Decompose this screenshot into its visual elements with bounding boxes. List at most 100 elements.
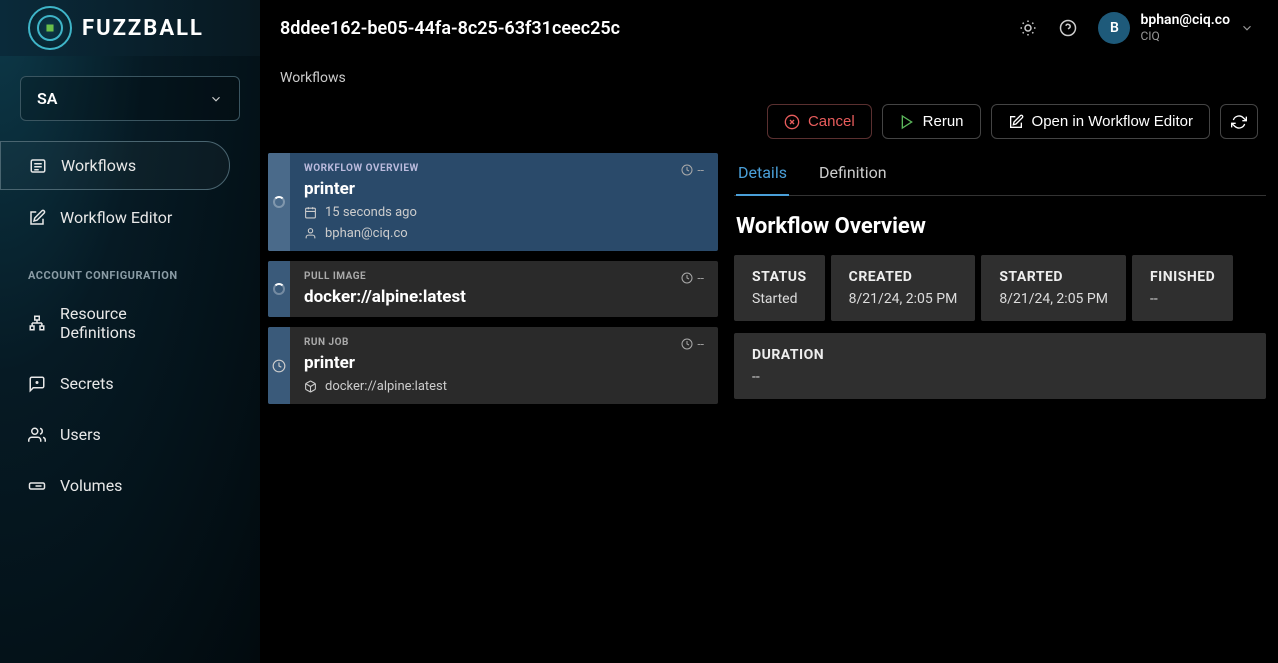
sidebar-item-label: Secrets xyxy=(60,374,114,393)
page-title: 8ddee162-be05-44fa-8c25-63f31ceec25c xyxy=(260,18,1018,39)
sun-icon xyxy=(1019,19,1037,37)
message-lock-icon xyxy=(28,375,46,393)
card-meta-time: 15 seconds ago xyxy=(304,205,704,220)
main-content: Workflows Cancel Rerun Open in Workflow … xyxy=(260,0,1278,663)
user-info: bphan@ciq.co CIQ xyxy=(1140,12,1230,43)
play-icon xyxy=(899,114,915,130)
logo-icon xyxy=(28,6,72,50)
theme-toggle[interactable] xyxy=(1018,18,1038,38)
clock-icon xyxy=(681,272,693,284)
card-title: printer xyxy=(304,179,704,199)
clock-icon xyxy=(681,164,693,176)
sidebar-item-workflow-editor[interactable]: Workflow Editor xyxy=(0,194,230,241)
stat-value: -- xyxy=(1150,291,1215,307)
workflow-steps-list: WORKFLOW OVERVIEW -- printer 15 seconds … xyxy=(268,153,718,663)
card-title: docker://alpine:latest xyxy=(304,287,704,307)
button-label: Rerun xyxy=(923,113,964,130)
sidebar-item-secrets[interactable]: Secrets xyxy=(0,360,230,407)
sidebar-item-volumes[interactable]: Volumes xyxy=(0,462,230,509)
details-panel: Details Definition Workflow Overview STA… xyxy=(734,153,1266,663)
stat-status: STATUS Started xyxy=(734,255,825,321)
refresh-icon xyxy=(1231,114,1247,130)
tab-definition[interactable]: Definition xyxy=(817,153,889,196)
workflow-card-run-job[interactable]: RUN JOB -- printer docker://alpine:lates… xyxy=(268,327,718,404)
card-meta-user: bphan@ciq.co xyxy=(304,226,704,241)
open-editor-button[interactable]: Open in Workflow Editor xyxy=(991,104,1210,139)
cube-icon xyxy=(304,380,317,393)
spinner-icon xyxy=(273,196,285,208)
sidebar-item-label: Workflow Editor xyxy=(60,208,172,227)
pencil-icon xyxy=(28,209,46,227)
stat-label: FINISHED xyxy=(1150,269,1215,285)
rerun-button[interactable]: Rerun xyxy=(882,104,981,139)
nav-section-header: ACCOUNT CONFIGURATION xyxy=(0,245,260,290)
card-duration: -- xyxy=(681,163,704,177)
card-type-label: PULL IMAGE xyxy=(304,271,366,282)
stat-value: 8/21/24, 2:05 PM xyxy=(999,291,1108,307)
org-label: SA xyxy=(37,89,57,108)
status-indicator xyxy=(268,153,290,251)
x-circle-icon xyxy=(784,114,800,130)
card-meta-image: docker://alpine:latest xyxy=(304,379,704,394)
sidebar-item-resource-definitions[interactable]: Resource Definitions xyxy=(0,290,230,356)
drive-icon xyxy=(28,477,46,495)
help-icon xyxy=(1059,19,1077,37)
sidebar-item-label: Resource Definitions xyxy=(60,304,202,342)
card-type-label: RUN JOB xyxy=(304,337,349,348)
workflow-card-overview[interactable]: WORKFLOW OVERVIEW -- printer 15 seconds … xyxy=(268,153,718,251)
stats-grid: STATUS Started CREATED 8/21/24, 2:05 PM … xyxy=(734,255,1266,399)
sidebar-item-workflows[interactable]: Workflows xyxy=(0,141,230,190)
breadcrumb[interactable]: Workflows xyxy=(260,56,1278,94)
chevron-down-icon xyxy=(1240,21,1254,35)
stat-label: STARTED xyxy=(999,269,1108,285)
card-type-label: WORKFLOW OVERVIEW xyxy=(304,163,419,174)
list-icon xyxy=(29,157,47,175)
clock-icon xyxy=(681,338,693,350)
status-indicator xyxy=(268,327,290,404)
button-label: Open in Workflow Editor xyxy=(1032,113,1193,130)
help-button[interactable] xyxy=(1058,18,1078,38)
stat-started: STARTED 8/21/24, 2:05 PM xyxy=(981,255,1126,321)
calendar-icon xyxy=(304,206,317,219)
stat-label: CREATED xyxy=(849,269,958,285)
spinner-icon xyxy=(273,283,285,295)
sidebar: SA Workflows Workflow Editor ACCOUNT CON… xyxy=(0,0,260,663)
app-header: FUZZBALL 8ddee162-be05-44fa-8c25-63f31ce… xyxy=(0,0,1278,56)
tabs: Details Definition xyxy=(734,153,1266,196)
logo-area: FUZZBALL xyxy=(0,6,260,50)
cancel-button[interactable]: Cancel xyxy=(767,104,872,139)
sidebar-item-label: Users xyxy=(60,425,101,444)
sitemap-icon xyxy=(28,314,46,332)
org-selector[interactable]: SA xyxy=(20,76,240,121)
stat-label: DURATION xyxy=(752,347,1248,363)
user-org: CIQ xyxy=(1140,29,1230,43)
avatar: B xyxy=(1098,12,1130,44)
card-duration: -- xyxy=(681,337,704,351)
card-duration: -- xyxy=(681,271,704,285)
button-label: Cancel xyxy=(808,113,855,130)
status-indicator xyxy=(268,261,290,317)
clock-icon xyxy=(272,359,286,373)
workflow-card-pull-image[interactable]: PULL IMAGE -- docker://alpine:latest xyxy=(268,261,718,317)
stat-value: -- xyxy=(752,369,1248,385)
user-menu[interactable]: B bphan@ciq.co CIQ xyxy=(1098,12,1254,44)
card-title: printer xyxy=(304,353,704,373)
stat-value: 8/21/24, 2:05 PM xyxy=(849,291,958,307)
action-bar: Cancel Rerun Open in Workflow Editor xyxy=(260,94,1278,153)
stat-label: STATUS xyxy=(752,269,807,285)
stat-finished: FINISHED -- xyxy=(1132,255,1233,321)
sidebar-item-label: Volumes xyxy=(60,476,122,495)
stat-created: CREATED 8/21/24, 2:05 PM xyxy=(831,255,976,321)
header-actions: B bphan@ciq.co CIQ xyxy=(1018,12,1278,44)
panel-title: Workflow Overview xyxy=(736,214,1264,239)
user-icon xyxy=(304,227,317,240)
user-email: bphan@ciq.co xyxy=(1140,12,1230,29)
edit-icon xyxy=(1008,114,1024,130)
chevron-down-icon xyxy=(209,92,223,106)
brand-name: FUZZBALL xyxy=(82,16,204,41)
sidebar-item-users[interactable]: Users xyxy=(0,411,230,458)
stat-value: Started xyxy=(752,291,807,307)
tab-details[interactable]: Details xyxy=(736,153,789,196)
stat-duration: DURATION -- xyxy=(734,333,1266,399)
refresh-button[interactable] xyxy=(1220,104,1258,139)
